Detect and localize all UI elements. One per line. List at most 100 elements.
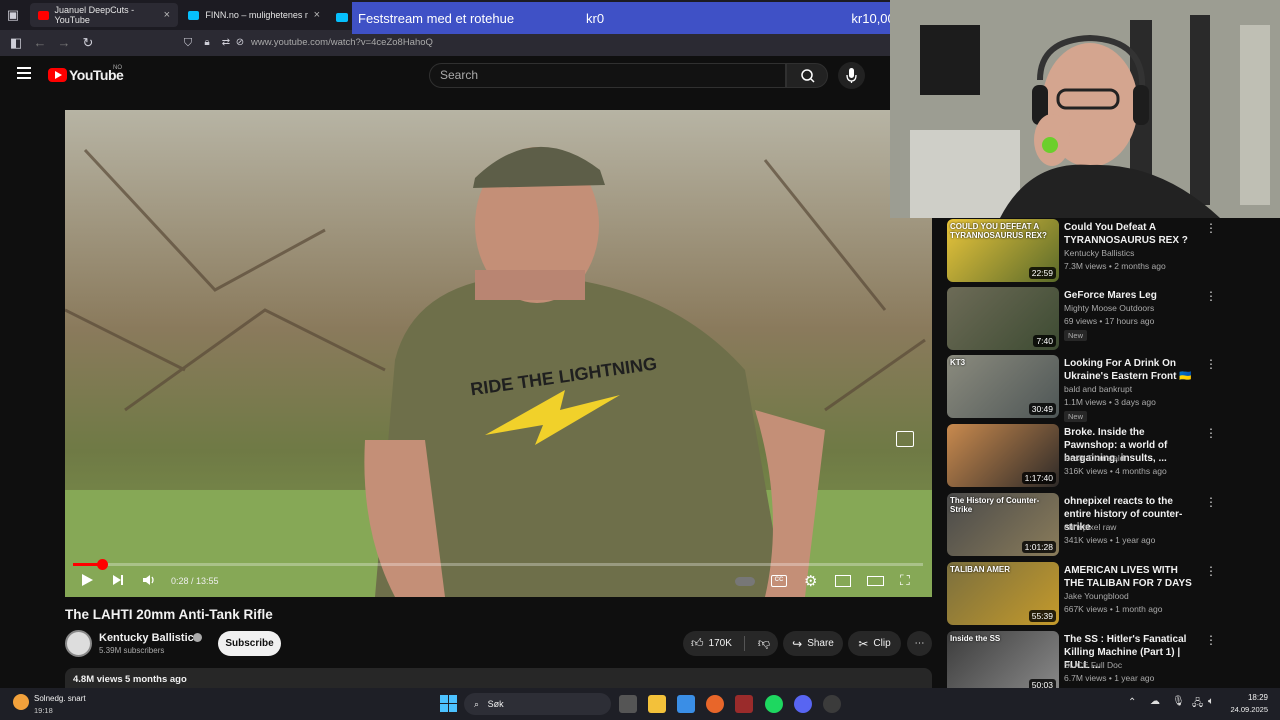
search-input[interactable]: Search	[429, 63, 786, 88]
tab-youtube[interactable]: Juanuel DeepCuts - YouTube ×	[30, 3, 178, 27]
more-options-icon[interactable]: ⋮	[1205, 495, 1217, 509]
recommendation-item[interactable]: 1:17:40 Broke. Inside the Pawnshop: a wor…	[947, 424, 1267, 488]
recommendation-channel[interactable]: Rosie Dransfeld	[1064, 453, 1124, 463]
play-button[interactable]	[80, 573, 94, 590]
recommendation-thumbnail[interactable]: TALIBAN AMER 55:39	[947, 562, 1059, 625]
tab-finn[interactable]: FINN.no – mulighetenes marke ×	[180, 3, 328, 27]
more-options-icon[interactable]: ⋮	[1205, 289, 1217, 303]
recommendation-item[interactable]: COULD YOU DEFEAT A TYRANNOSAURUS REX? 22:…	[947, 219, 1267, 283]
voice-search-button[interactable]	[838, 62, 865, 89]
more-options-icon[interactable]: ⋮	[1205, 221, 1217, 235]
recommendation-title[interactable]: GeForce Mares Leg	[1064, 289, 1194, 302]
more-options-icon[interactable]: ⋮	[1205, 564, 1217, 578]
recommendation-meta: 6.7M views • 1 year ago	[1064, 673, 1155, 683]
shield-icon[interactable]: ⛉	[178, 30, 198, 56]
theater-mode-icon[interactable]	[867, 576, 884, 586]
progress-scrubber[interactable]	[96, 559, 108, 570]
taskbar	[0, 688, 1280, 720]
recommendation-meta: 667K views • 1 month ago	[1064, 604, 1163, 614]
autoplay-blocked-icon[interactable]: ⊘	[230, 30, 250, 56]
description-box[interactable]	[65, 668, 932, 690]
speaker-icon[interactable]: 🔈︎	[1208, 696, 1214, 707]
settings-gear-icon[interactable]: ⚙	[804, 572, 817, 590]
discord-icon[interactable]	[794, 695, 812, 713]
task-view-icon[interactable]	[619, 695, 637, 713]
lock-icon[interactable]: 🔒︎	[197, 30, 217, 56]
tab-close-icon[interactable]: ×	[164, 9, 170, 21]
autoplay-toggle[interactable]	[735, 577, 755, 586]
subscribe-button[interactable]: Subscribe	[218, 631, 281, 656]
tab-close-icon[interactable]: ×	[314, 9, 320, 21]
recommendation-channel[interactable]: Mighty Moose Outdoors	[1064, 303, 1154, 313]
tab-partial[interactable]	[336, 9, 348, 27]
video-player[interactable]: RIDE THE LIGHTNING	[65, 110, 932, 597]
more-actions-button[interactable]: ⋯	[907, 631, 932, 656]
recommendation-item[interactable]: The History of Counter-Strike 1:01:28 ohne…	[947, 493, 1267, 557]
weather-icon[interactable]	[13, 694, 29, 710]
recommendation-title[interactable]: Looking For A Drink On Ukraine's Eastern…	[1064, 357, 1194, 383]
firefox-icon[interactable]	[706, 695, 724, 713]
spotify-icon[interactable]	[765, 695, 783, 713]
recommendation-thumbnail[interactable]: KT3 30:49	[947, 355, 1059, 418]
progress-track[interactable]	[73, 563, 923, 566]
weather-text[interactable]: Solnedg. snart	[34, 694, 86, 703]
forward-icon[interactable]: →	[54, 30, 74, 56]
recommendation-item[interactable]: TALIBAN AMER 55:39 AMERICAN LIVES WITH THE…	[947, 562, 1267, 626]
recommendation-thumbnail[interactable]: Inside the SS 50:03	[947, 631, 1059, 694]
captions-icon[interactable]: CC	[771, 575, 787, 587]
reload-icon[interactable]: ↻	[78, 30, 98, 56]
more-options-icon[interactable]: ⋮	[1205, 426, 1217, 440]
recommendation-meta: 69 views • 17 hours ago	[1064, 316, 1155, 326]
taskbar-search[interactable]: ⌕ Søk	[464, 693, 611, 715]
expand-icon[interactable]	[896, 431, 914, 447]
next-button[interactable]	[111, 573, 125, 590]
recommendation-thumbnail[interactable]: The History of Counter-Strike 1:01:28	[947, 493, 1059, 556]
steam-icon[interactable]	[823, 695, 841, 713]
tab-overview-icon[interactable]: ▣	[3, 2, 23, 28]
recommendation-item[interactable]: KT3 30:49 Looking For A Drink On Ukraine's…	[947, 355, 1267, 422]
video-duration: 22:59	[1028, 267, 1056, 279]
clock-date[interactable]: 24.09.2025	[1225, 705, 1268, 714]
recommendation-channel[interactable]: SLICE Full Doc	[1064, 660, 1122, 670]
clock-time[interactable]: 18:29	[1247, 693, 1268, 702]
start-icon[interactable]	[440, 695, 457, 712]
like-button[interactable]: 👍︎ 170K	[691, 636, 745, 651]
recommendation-thumbnail[interactable]: 1:17:40	[947, 424, 1059, 487]
recommendation-title[interactable]: Could You Defeat A TYRANNOSAURUS REX ?	[1064, 221, 1194, 247]
recommendation-item[interactable]: Inside the SS 50:03 The SS : Hitler's Fana…	[947, 631, 1267, 695]
channel-name[interactable]: Kentucky Ballistics	[99, 632, 200, 644]
recommendation-channel[interactable]: bald and bankrupt	[1064, 384, 1132, 394]
miniplayer-icon[interactable]	[835, 575, 851, 587]
recommendation-channel[interactable]: Kentucky Ballistics	[1064, 248, 1134, 258]
recommendation-title[interactable]: AMERICAN LIVES WITH THE TALIBAN FOR 7 DA…	[1064, 564, 1194, 590]
youtube-favicon-icon	[38, 10, 49, 20]
more-options-icon[interactable]: ⋮	[1205, 357, 1217, 371]
channel-avatar[interactable]	[65, 630, 92, 657]
recommendation-item[interactable]: 7:40 GeForce Mares Leg Mighty Moose Outdoo…	[947, 287, 1267, 351]
recommendation-channel[interactable]: Jake Youngblood	[1064, 591, 1129, 601]
obs-app-icon[interactable]	[735, 695, 753, 713]
file-explorer-icon[interactable]	[648, 695, 666, 713]
subscriber-count: 5.39M subscribers	[99, 646, 165, 655]
more-options-icon[interactable]: ⋮	[1205, 633, 1217, 647]
sidebar-toggle-icon[interactable]: ◧	[6, 30, 26, 56]
clip-button[interactable]: ✂ Clip	[848, 631, 901, 656]
network-icon[interactable]: 🖧	[1192, 696, 1203, 713]
tray-mic-icon[interactable]: 🎙︎	[1172, 696, 1185, 707]
recommendation-thumbnail[interactable]: 7:40	[947, 287, 1059, 350]
share-button[interactable]: ↪ Share	[783, 631, 843, 656]
thumbs-down-icon[interactable]: 👎︎	[750, 636, 770, 651]
back-icon[interactable]: ←	[30, 30, 50, 56]
youtube-logo-icon[interactable]	[48, 68, 67, 82]
fullscreen-icon[interactable]: ⛶	[900, 572, 910, 589]
recommendation-channel[interactable]: ohnepixel raw	[1064, 522, 1116, 532]
recommendation-thumbnail[interactable]: COULD YOU DEFEAT A TYRANNOSAURUS REX? 22:…	[947, 219, 1059, 282]
menu-icon[interactable]	[17, 67, 31, 79]
volume-button[interactable]	[142, 573, 156, 590]
search-button[interactable]	[786, 63, 828, 88]
tray-app-icon[interactable]: ☁	[1150, 696, 1160, 707]
tray-chevron-icon[interactable]: ⌃	[1128, 697, 1136, 708]
finn-favicon-icon	[188, 10, 200, 20]
mic-icon	[846, 68, 857, 83]
store-icon[interactable]	[677, 695, 695, 713]
